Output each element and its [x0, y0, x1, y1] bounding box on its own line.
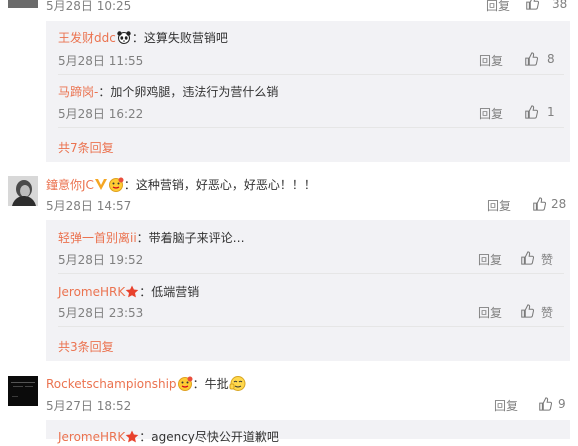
like-label[interactable]: 赞	[541, 304, 553, 321]
like-count: 28	[551, 197, 567, 211]
reply-text: ：这算失败营销吧	[131, 31, 228, 45]
comment-username[interactable]: Rocketschampionship	[46, 377, 177, 391]
reply-username[interactable]: 马蹄岗-	[58, 85, 98, 99]
like-count: 8	[547, 52, 555, 66]
thumb-up-icon[interactable]	[524, 52, 538, 69]
divider	[58, 273, 564, 274]
like-label[interactable]: 赞	[541, 251, 553, 268]
reply-item: JeromeHRK ：agency尽快公开道歉吧	[58, 428, 279, 446]
emoji-icon	[229, 375, 247, 394]
reply-username[interactable]: JeromeHRK	[58, 430, 125, 444]
reply-button[interactable]: 回复	[478, 304, 502, 321]
like-count: 38	[552, 0, 568, 11]
reply-text: ：低端营销	[139, 285, 200, 299]
comment-time: 5月28日 10:25	[46, 0, 132, 13]
reply-button[interactable]: 回复	[479, 52, 503, 69]
panda-icon	[116, 30, 132, 47]
reply-username[interactable]: 王发财ddc	[58, 31, 116, 45]
thumb-up-icon[interactable]	[524, 105, 538, 122]
reply-time: 5月28日 11:55	[58, 54, 144, 68]
top-avatar-fragment[interactable]	[8, 0, 38, 8]
emoji-icon	[108, 177, 124, 195]
reply-item: 王发财ddc ：这算失败营销吧	[58, 29, 228, 47]
divider	[58, 326, 564, 327]
reply-username[interactable]: 轻弹一首别离ii	[58, 231, 137, 245]
reply-time: 5月28日 23:53	[58, 306, 144, 320]
reply-button[interactable]: 回复	[486, 0, 510, 14]
thumb-up-icon[interactable]	[520, 304, 534, 321]
reply-text: ：加个卵鸡腿，违法行为营什么销	[98, 85, 279, 99]
comment-time: 5月27日 18:52	[46, 399, 132, 413]
comment-username[interactable]: 鐘意你JC	[46, 178, 94, 192]
reply-button[interactable]: 回复	[479, 105, 503, 122]
star-badge-icon	[125, 285, 139, 301]
reply-time: 5月28日 19:52	[58, 253, 144, 267]
comment-header: 鐘意你JC ：这种营销，好恶心，好恶心！！！	[46, 176, 316, 195]
reply-item: 马蹄岗-：加个卵鸡腿，违法行为营什么销	[58, 83, 278, 100]
avatar[interactable]	[8, 376, 38, 406]
comment-time: 5月28日 14:57	[46, 199, 132, 213]
comment-text: ：这种营销，好恶心，好恶心！！！	[123, 178, 316, 192]
reply-button[interactable]: 回复	[478, 251, 502, 268]
divider	[58, 127, 564, 128]
star-badge-icon	[125, 430, 139, 446]
avatar[interactable]	[8, 176, 38, 206]
vip-icon	[94, 178, 108, 194]
thumb-up-icon[interactable]	[538, 397, 552, 414]
like-count: 9	[558, 397, 566, 411]
reply-button[interactable]: 回复	[487, 197, 511, 214]
comment-header: Rocketschampionship ：牛批	[46, 375, 247, 394]
reply-text: ：带着脑子来评论…	[136, 231, 245, 245]
more-replies-link[interactable]: 共3条回复	[58, 338, 114, 355]
thumb-up-icon[interactable]	[532, 197, 546, 214]
thumb-up-icon[interactable]	[520, 251, 534, 268]
reply-time: 5月28日 16:22	[58, 107, 144, 121]
reply-username[interactable]: JeromeHRK	[58, 285, 125, 299]
comment-text: ：牛批	[192, 377, 229, 391]
more-replies-link[interactable]: 共7条回复	[58, 139, 114, 156]
reply-item: 轻弹一首别离ii：带着脑子来评论…	[58, 229, 245, 246]
reply-text: ：agency尽快公开道歉吧	[139, 430, 279, 444]
emoji-icon	[177, 376, 193, 394]
reply-item: JeromeHRK ：低端营销	[58, 283, 199, 301]
reply-button[interactable]: 回复	[494, 397, 518, 414]
divider	[58, 74, 564, 75]
thumb-up-icon[interactable]	[525, 0, 539, 13]
like-count: 1	[547, 105, 555, 119]
